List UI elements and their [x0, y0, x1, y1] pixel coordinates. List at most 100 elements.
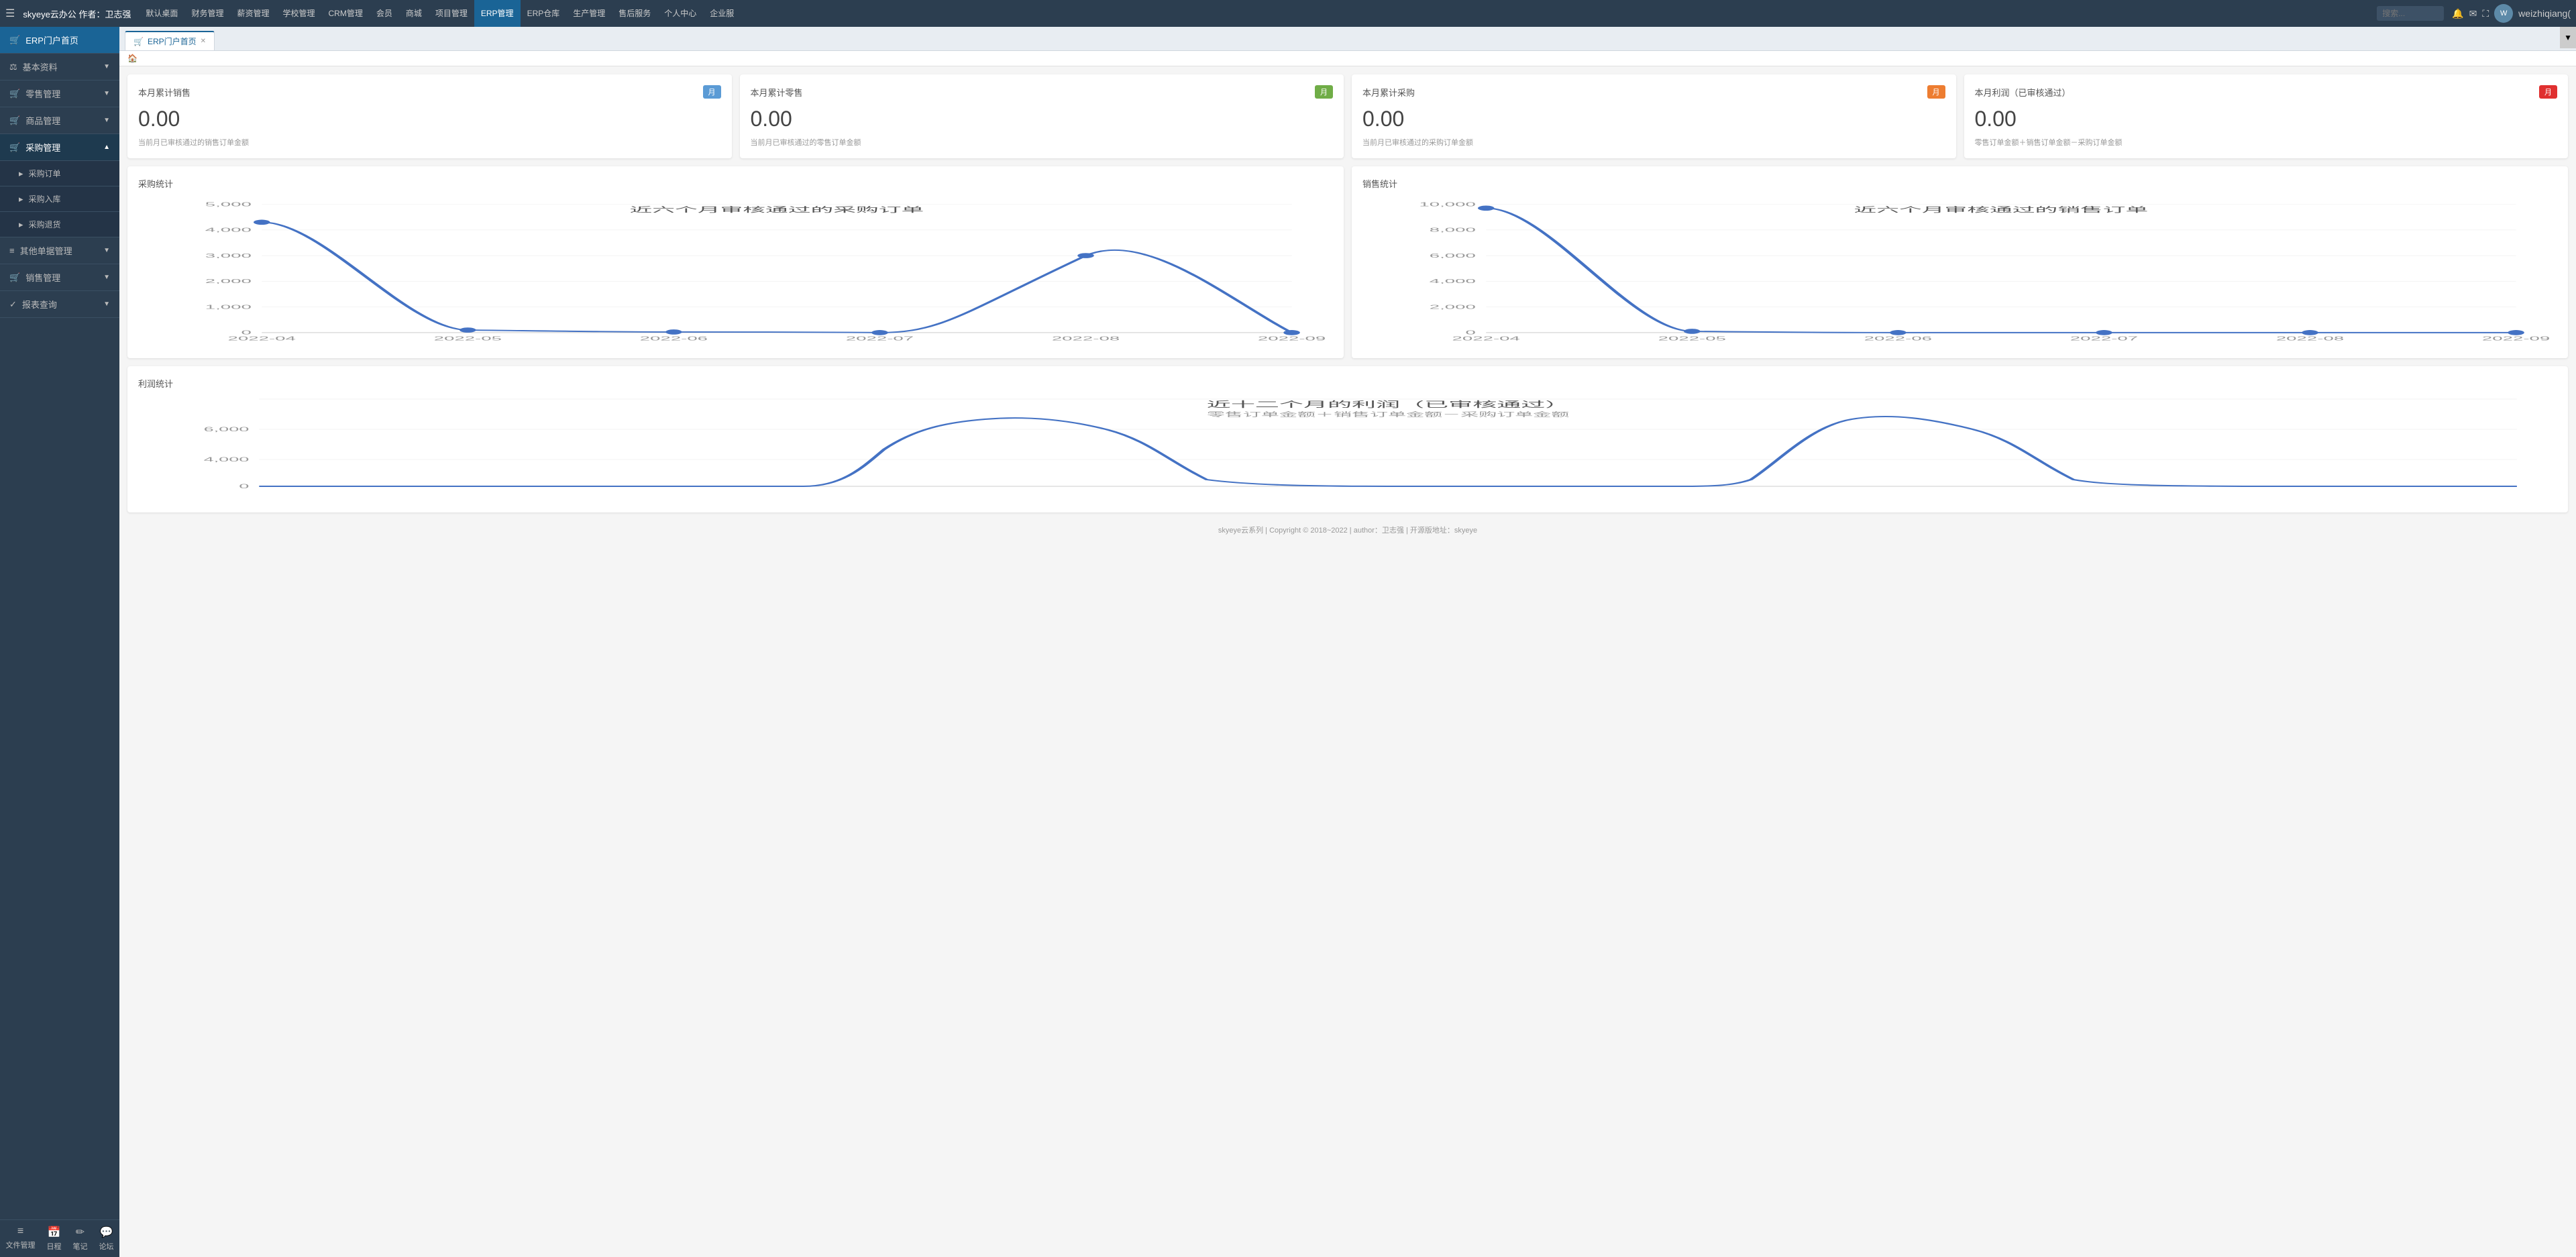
- sales-chart-title: 销售统计: [1362, 177, 2557, 190]
- card-header-1: 本月累计零售 月: [751, 85, 1334, 99]
- nav-item-财务管理[interactable]: 财务管理: [184, 0, 230, 27]
- sidebar-label-7: 采购退货: [29, 219, 61, 230]
- sidebar-bottom: ≡ 文件管理 📅 日程 ✏ 笔记 💬 论坛: [0, 1219, 119, 1257]
- nav-item-企业服[interactable]: 企业服: [703, 0, 741, 27]
- purchase-chart: 0 1,000 2,000 3,000 4,000 5,000 近六个月审核通过…: [138, 198, 1333, 345]
- card-badge-2: 月: [1927, 85, 1945, 99]
- sidebar-items-container: 🛒 ERP门户首页 ⚖ 基本资料 ▼ 🛒零售管理▼🛒商品管理▼ 🛒 采购管理 ▲ ▸采购订单 ▸ 采购…: [0, 27, 119, 318]
- avatar[interactable]: W: [2494, 4, 2513, 23]
- bell-icon[interactable]: 🔔: [2452, 8, 2463, 19]
- card-value-2: 0.00: [1362, 107, 1945, 131]
- chevron-icon-4: ▲: [103, 144, 110, 151]
- svg-text:4,000: 4,000: [205, 227, 252, 233]
- nav-item-会员[interactable]: 会员: [370, 0, 399, 27]
- sidebar-icon-2: 🛒: [9, 89, 20, 99]
- profit-section: 利润统计 0 4,000 6,000 近十二个月的利润（已审核通过） 零售订单金…: [127, 366, 2568, 512]
- files-label: 文件管理: [6, 1240, 36, 1250]
- sidebar-label-1: 基本资料: [23, 60, 58, 73]
- notes-label: 笔记: [73, 1241, 88, 1252]
- card-title-0: 本月累计销售: [138, 86, 191, 99]
- svg-text:2022-04: 2022-04: [228, 335, 296, 342]
- svg-text:4,000: 4,000: [204, 456, 250, 463]
- footer-text: skyeye云系列 | Copyright © 2018~2022 | auth…: [1218, 527, 1477, 535]
- sidebar-bottom-notes[interactable]: ✏ 笔记: [73, 1225, 88, 1252]
- svg-text:6,000: 6,000: [204, 426, 250, 433]
- tab-close-icon[interactable]: ✕: [201, 38, 206, 45]
- svg-text:2,000: 2,000: [205, 278, 252, 285]
- sidebar-item-3[interactable]: 🛒商品管理▼: [0, 107, 119, 134]
- sidebar-label-4: 采购管理: [25, 141, 60, 154]
- sidebar-item-5[interactable]: ▸采购订单: [0, 161, 119, 186]
- svg-text:2022-05: 2022-05: [434, 335, 502, 342]
- nav-item-个人中心[interactable]: 个人中心: [657, 0, 703, 27]
- sidebar-item-6[interactable]: ▸ 采购入库: [0, 186, 119, 212]
- chevron-icon-8: ▼: [103, 247, 110, 254]
- tab-erp-home[interactable]: 🛒 ERP门户首页 ✕: [125, 31, 215, 50]
- sidebar-item-0[interactable]: 🛒 ERP门户首页: [0, 27, 119, 54]
- sidebar-icon-1: ⚖: [9, 62, 17, 72]
- sidebar-item-9[interactable]: 🛒销售管理▼: [0, 264, 119, 291]
- card-value-3: 0.00: [1975, 107, 2558, 131]
- nav-item-ERP管理[interactable]: ERP管理: [474, 0, 521, 27]
- nav-item-生产管理[interactable]: 生产管理: [566, 0, 612, 27]
- sidebar-label-6: 采购入库: [29, 193, 61, 205]
- message-icon[interactable]: ✉: [2469, 8, 2477, 19]
- forum-label: 论坛: [99, 1241, 114, 1252]
- nav-item-学校管理[interactable]: 学校管理: [276, 0, 321, 27]
- sidebar-item-7[interactable]: ▸ 采购退货: [0, 212, 119, 237]
- sidebar-item-2[interactable]: 🛒零售管理▼: [0, 80, 119, 107]
- forum-icon: 💬: [100, 1225, 113, 1239]
- hamburger-menu[interactable]: ☰: [5, 7, 15, 20]
- profit-section-title: 利润统计: [138, 377, 2557, 390]
- sidebar-bottom-files[interactable]: ≡ 文件管理: [6, 1225, 36, 1252]
- right-icons: 🔔 ✉ ⛶ W weizhiqiang(: [2452, 4, 2571, 23]
- sidebar-bottom-forum[interactable]: 💬 论坛: [99, 1225, 114, 1252]
- sidebar-item-8[interactable]: ≡其他单据管理▼: [0, 237, 119, 264]
- search-input[interactable]: [2377, 6, 2444, 21]
- chevron-icon-10: ▼: [103, 300, 110, 308]
- card-header-2: 本月累计采购 月: [1362, 85, 1945, 99]
- content-area: 本月累计销售 月 0.00 当前月已审核通过的销售订单金额 本月累计零售 月 0…: [119, 66, 2576, 1257]
- nav-item-项目管理[interactable]: 项目管理: [429, 0, 474, 27]
- purchase-chart-title: 采购统计: [138, 177, 1333, 190]
- sidebar-icon-0: 🛒: [9, 35, 20, 46]
- card-badge-1: 月: [1315, 85, 1333, 99]
- card-value-1: 0.00: [751, 107, 1334, 131]
- card-badge-0: 月: [703, 85, 721, 99]
- svg-text:10,000: 10,000: [1419, 201, 1475, 208]
- card-title-1: 本月累计零售: [751, 86, 803, 99]
- breadcrumb: 🏠: [119, 51, 2576, 66]
- sales-chart: 0 2,000 4,000 6,000 8,000 10,000 近六个月审核通…: [1362, 198, 2557, 345]
- sidebar-icon-6: ▸: [19, 194, 23, 205]
- sidebar-label-0: ERP门户首页: [25, 34, 78, 46]
- svg-text:1,000: 1,000: [205, 304, 252, 311]
- nav-item-售后服务[interactable]: 售后服务: [612, 0, 657, 27]
- svg-text:2022-08: 2022-08: [1052, 335, 1120, 342]
- nav-item-商城[interactable]: 商城: [399, 0, 429, 27]
- brand-title: skyeye云办公 作者：卫志强: [23, 7, 131, 20]
- sidebar-item-1[interactable]: ⚖基本资料▼: [0, 54, 119, 80]
- home-icon[interactable]: 🏠: [127, 54, 138, 63]
- sidebar-label-9: 销售管理: [25, 271, 60, 284]
- sidebar-item-4[interactable]: 🛒采购管理▲: [0, 134, 119, 161]
- screen-icon[interactable]: ⛶: [2482, 8, 2489, 19]
- nav-item-CRM管理[interactable]: CRM管理: [321, 0, 369, 27]
- svg-text:2022-04: 2022-04: [1452, 335, 1520, 342]
- tab-label: ERP门户首页: [148, 36, 197, 47]
- nav-item-默认桌面[interactable]: 默认桌面: [139, 0, 184, 27]
- purchase-chart-section: 采购统计 0 1,000 2,000 3,000: [127, 166, 1344, 358]
- svg-text:0: 0: [239, 483, 249, 490]
- card-header-3: 本月利润（已审核通过） 月: [1975, 85, 2558, 99]
- nav-item-薪资管理[interactable]: 薪资管理: [230, 0, 276, 27]
- tab-scroll-btn[interactable]: ▼: [2560, 27, 2576, 48]
- username[interactable]: weizhiqiang(: [2518, 8, 2571, 19]
- card-desc-0: 当前月已审核通过的销售订单金额: [138, 137, 721, 148]
- sidebar-bottom-calendar[interactable]: 📅 日程: [47, 1225, 62, 1252]
- stat-card-3: 本月利润（已审核通过） 月 0.00 零售订单金额＋销售订单金额－采购订单金额: [1964, 74, 2569, 158]
- svg-text:2,000: 2,000: [1430, 304, 1476, 311]
- sidebar-icon-8: ≡: [9, 245, 15, 256]
- sidebar-icon-7: ▸: [19, 219, 23, 230]
- nav-item-ERP仓库[interactable]: ERP仓库: [521, 0, 567, 27]
- svg-text:近六个月审核通过的采购订单: 近六个月审核通过的采购订单: [629, 206, 924, 214]
- sidebar-item-10[interactable]: ✓报表查询▼: [0, 291, 119, 318]
